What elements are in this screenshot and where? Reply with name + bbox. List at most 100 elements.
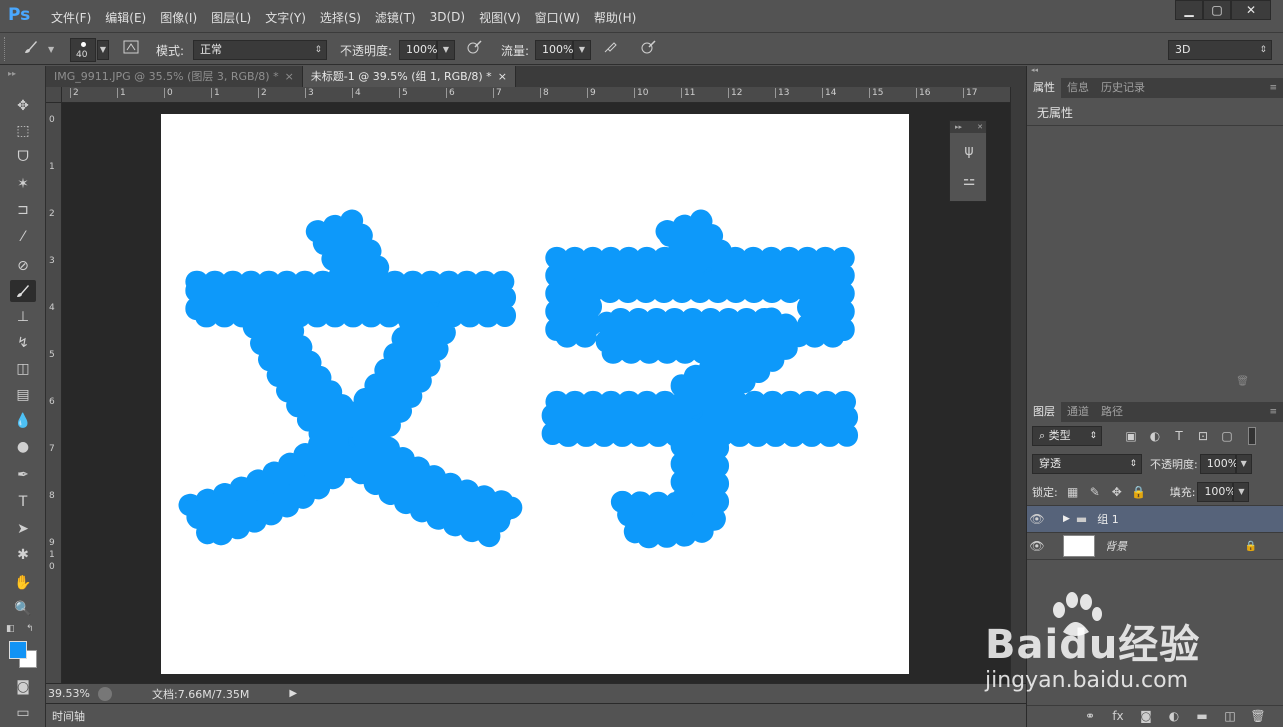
layer-opacity-input[interactable]: 100% bbox=[1199, 454, 1238, 474]
menu-layer[interactable]: 图层(L) bbox=[204, 9, 258, 26]
blend-mode-select[interactable]: 穿透 ⇕ bbox=[1032, 454, 1142, 474]
eraser-tool-icon[interactable]: ◫ bbox=[10, 358, 36, 380]
mode-select[interactable]: 正常 ⇕ bbox=[193, 40, 327, 60]
tab-img-9911[interactable]: IMG_9911.JPG @ 35.5% (图层 3, RGB/8) * × bbox=[46, 66, 303, 87]
fx-icon[interactable]: fx bbox=[1109, 707, 1127, 725]
type-tool-icon[interactable]: T bbox=[10, 491, 36, 513]
tab-channels[interactable]: 通道 bbox=[1061, 402, 1095, 422]
lock-pixels-icon[interactable]: ▦ bbox=[1064, 483, 1082, 501]
brush-panel-icon[interactable] bbox=[120, 38, 142, 60]
new-group-icon[interactable]: ▬ bbox=[1193, 707, 1211, 725]
fill-dropdown[interactable]: ▼ bbox=[1233, 481, 1250, 502]
menu-help[interactable]: 帮助(H) bbox=[587, 9, 643, 26]
collapse-icon[interactable]: ◂◂ bbox=[1027, 66, 1283, 78]
lock-position-icon[interactable]: ✥ bbox=[1108, 483, 1126, 501]
default-colors-icon[interactable]: ◧ bbox=[6, 624, 15, 634]
menu-file[interactable]: 文件(F) bbox=[44, 9, 98, 26]
menu-view[interactable]: 视图(V) bbox=[472, 9, 528, 26]
brush-preset-picker[interactable]: 40 bbox=[70, 38, 96, 62]
eye-icon[interactable]: 👁 bbox=[1027, 539, 1047, 553]
clone-stamp-tool-icon[interactable]: ⊥ bbox=[10, 306, 36, 328]
opacity-input[interactable]: 100% bbox=[399, 40, 437, 60]
type-filter-icon[interactable]: T bbox=[1170, 427, 1188, 445]
vertical-ruler[interactable]: 012345678910 bbox=[46, 103, 62, 683]
healing-brush-tool-icon[interactable]: ⊘ bbox=[10, 255, 36, 277]
mask-icon[interactable]: ◙ bbox=[1137, 707, 1155, 725]
brush-tool-icon[interactable] bbox=[20, 38, 42, 60]
pixel-filter-icon[interactable]: ▣ bbox=[1122, 427, 1140, 445]
menu-3d[interactable]: 3D(D) bbox=[423, 10, 472, 24]
minimize-button[interactable]: ▁ bbox=[1175, 0, 1203, 20]
airbrush-icon[interactable] bbox=[600, 38, 622, 60]
pressure-opacity-icon[interactable] bbox=[463, 38, 485, 60]
tab-paths[interactable]: 路径 bbox=[1095, 402, 1129, 422]
workspace-select[interactable]: 3D ⇕ bbox=[1168, 40, 1272, 60]
close-icon[interactable]: ✕ bbox=[977, 121, 983, 133]
layer-group-1[interactable]: 👁 ▶ ▬ 组 1 bbox=[1027, 506, 1283, 533]
new-layer-icon[interactable]: ◫ bbox=[1221, 707, 1239, 725]
tab-layers[interactable]: 图层 bbox=[1027, 402, 1061, 422]
flow-dropdown[interactable]: ▼ bbox=[573, 40, 591, 60]
eye-icon[interactable]: 👁 bbox=[1027, 512, 1047, 526]
timeline-tab[interactable]: 时间轴 bbox=[52, 708, 85, 724]
trash-icon[interactable]: 🗑 bbox=[1236, 376, 1249, 387]
zoom-level[interactable]: 39.53% bbox=[48, 687, 92, 700]
play-icon[interactable]: ▶ bbox=[289, 688, 297, 699]
grip-handle[interactable] bbox=[4, 37, 10, 61]
menu-select[interactable]: 选择(S) bbox=[313, 9, 368, 26]
ruler-origin[interactable] bbox=[46, 87, 62, 103]
fill-input[interactable]: 100% bbox=[1197, 481, 1236, 502]
foreground-color-swatch[interactable] bbox=[9, 641, 27, 659]
link-icon[interactable]: ⚭ bbox=[1081, 707, 1099, 725]
flow-input[interactable]: 100% bbox=[535, 40, 573, 60]
brush-presets-icon[interactable]: ψ bbox=[959, 143, 979, 163]
lasso-tool-icon[interactable]: ᗜ bbox=[10, 146, 36, 168]
close-window-button[interactable]: ✕ bbox=[1231, 0, 1271, 20]
move-tool-icon[interactable]: ✥ bbox=[10, 95, 36, 117]
menu-edit[interactable]: 编辑(E) bbox=[98, 9, 153, 26]
magic-wand-tool-icon[interactable]: ✶ bbox=[10, 173, 36, 195]
brush-size-dropdown[interactable]: ▼ bbox=[97, 40, 109, 60]
menu-window[interactable]: 窗口(W) bbox=[528, 9, 587, 26]
pressure-size-icon[interactable] bbox=[637, 38, 659, 60]
menu-image[interactable]: 图像(I) bbox=[153, 9, 204, 26]
adjustment-filter-icon[interactable]: ◐ bbox=[1146, 427, 1164, 445]
expand-arrow-icon[interactable]: ▶ bbox=[1063, 514, 1070, 524]
tab-info[interactable]: 信息 bbox=[1061, 78, 1095, 98]
marquee-tool-icon[interactable]: ⬚ bbox=[10, 120, 36, 142]
history-brush-tool-icon[interactable]: ↯ bbox=[10, 332, 36, 354]
filter-toggle[interactable] bbox=[1248, 427, 1256, 445]
pen-tool-icon[interactable]: ✒ bbox=[10, 464, 36, 486]
collapse-icon[interactable]: ▸▸ bbox=[8, 69, 16, 78]
lock-paint-icon[interactable]: ✎ bbox=[1086, 483, 1104, 501]
path-selection-tool-icon[interactable]: ➤ bbox=[10, 518, 36, 540]
chevron-down-icon[interactable]: ▼ bbox=[48, 45, 54, 54]
quick-mask-icon[interactable]: ◙ bbox=[10, 676, 36, 698]
panel-menu-icon[interactable]: ≡ bbox=[1269, 83, 1277, 93]
zoom-tool-icon[interactable]: 🔍 bbox=[10, 598, 36, 620]
adjustment-icon[interactable]: ◐ bbox=[1165, 707, 1183, 725]
layer-opacity-dropdown[interactable]: ▼ bbox=[1235, 454, 1252, 474]
gradient-tool-icon[interactable]: ▤ bbox=[10, 384, 36, 406]
close-icon[interactable]: × bbox=[498, 66, 507, 87]
close-icon[interactable]: × bbox=[285, 66, 294, 87]
panel-menu-icon[interactable]: ≡ bbox=[1269, 407, 1277, 417]
shape-filter-icon[interactable]: ⊡ bbox=[1194, 427, 1212, 445]
shape-tool-icon[interactable]: ✱ bbox=[10, 544, 36, 566]
hand-tool-icon[interactable]: ✋ bbox=[10, 572, 36, 594]
restore-button[interactable]: ▢ bbox=[1203, 0, 1231, 20]
tab-untitled-1[interactable]: 未标题-1 @ 39.5% (组 1, RGB/8) * × bbox=[302, 66, 516, 87]
screen-mode-icon[interactable]: ▭ bbox=[10, 702, 36, 724]
crop-tool-icon[interactable]: ⊐ bbox=[10, 199, 36, 221]
horizontal-ruler[interactable]: 2 1 0 1 2 3 4 5 6 7 8 9 10 11 12 13 14 15 16 17 bbox=[62, 87, 1010, 103]
menu-filter[interactable]: 滤镜(T) bbox=[368, 9, 423, 26]
smart-object-filter-icon[interactable]: ▢ bbox=[1218, 427, 1236, 445]
panel-header[interactable]: ▸▸ ✕ bbox=[950, 121, 986, 133]
filter-kind-select[interactable]: ⌕ 类型 ⇕ bbox=[1032, 426, 1102, 446]
brush-tool-icon[interactable] bbox=[10, 280, 36, 302]
eyedropper-tool-icon[interactable]: ⁄ bbox=[10, 226, 36, 248]
share-icon[interactable] bbox=[98, 686, 112, 701]
delete-layer-icon[interactable]: 🗑 bbox=[1249, 707, 1267, 725]
layer-background[interactable]: 👁 背景 🔒 bbox=[1027, 533, 1283, 560]
dodge-tool-icon[interactable]: ● bbox=[10, 436, 36, 458]
